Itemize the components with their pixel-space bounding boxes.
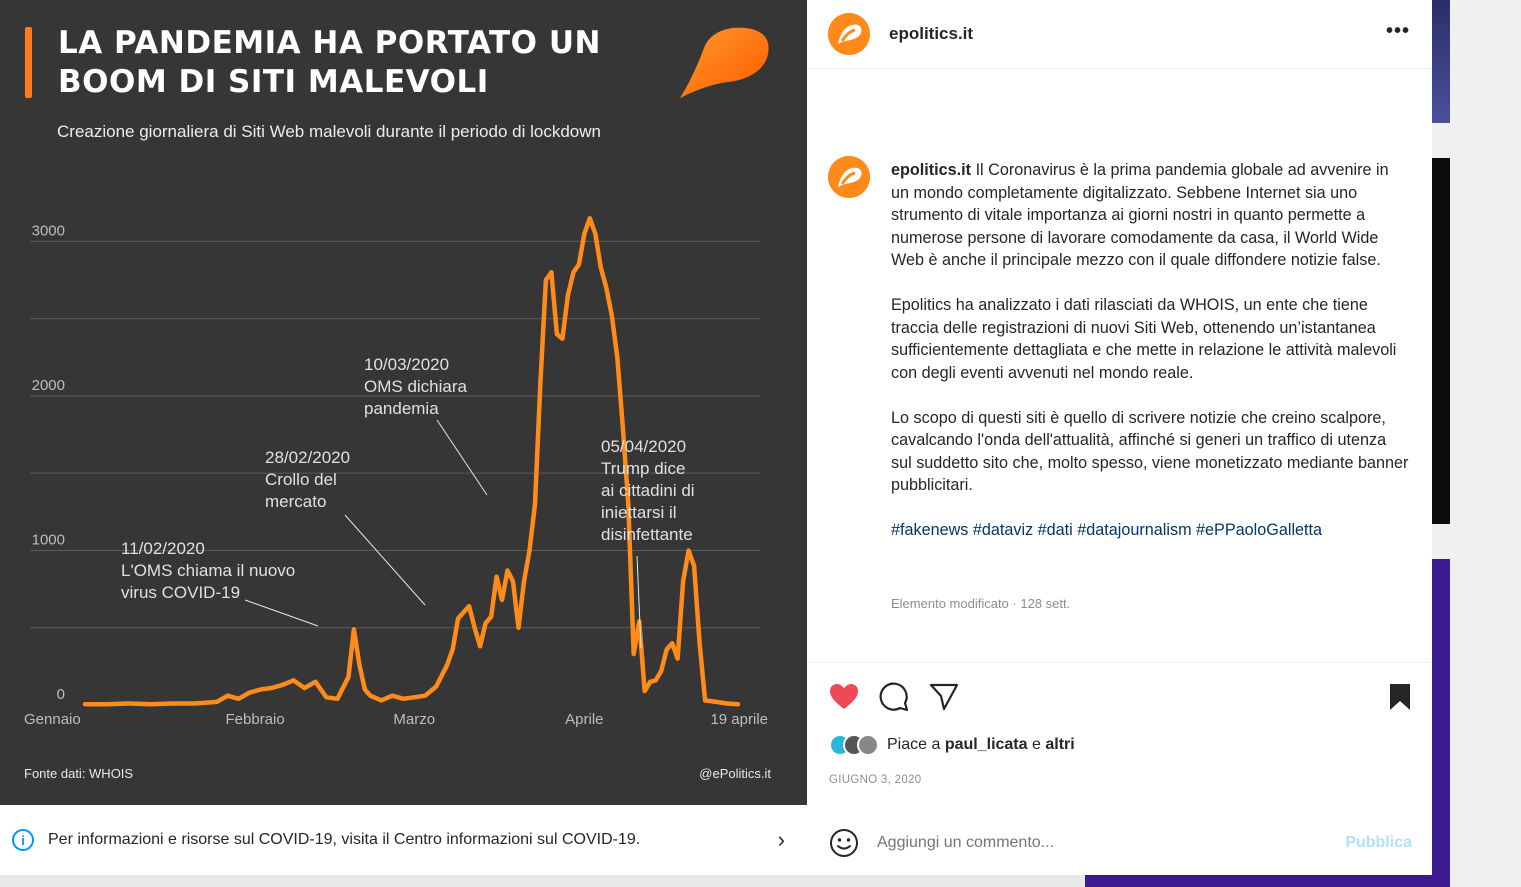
annotation-label: L'OMS chiama il nuovo	[121, 561, 295, 580]
annotation-leader-line	[244, 599, 319, 627]
annotation-label: disinfettante	[601, 525, 693, 544]
covid-info-bar[interactable]: i Per informazioni e risorse sul COVID-1…	[0, 805, 807, 875]
likes-text: Piace a paul_licata e altri	[887, 736, 1075, 754]
epolitics-logo-icon	[680, 27, 769, 99]
annotation-label: 05/04/2020	[601, 437, 686, 456]
x-tick-label: Gennaio	[24, 711, 81, 728]
annotation-label: 28/02/2020	[265, 448, 350, 467]
background-thumbnail-middle	[1432, 158, 1450, 524]
annotation-label: Crollo del	[265, 470, 337, 489]
x-tick-label: Febbraio	[226, 711, 285, 728]
annotation-label: pandemia	[364, 399, 439, 418]
annotation-label: iniettarsi il	[601, 503, 677, 522]
chart-title-line2: BOOM DI SITI MALEVOLI	[58, 64, 489, 100]
line-chart: 0 1000 2000 3000 Gennaio Febbraio Marzo Aprile 1…	[24, 215, 768, 728]
caption-avatar[interactable]	[828, 156, 870, 198]
avatar[interactable]	[828, 13, 870, 55]
y-tick-label: 1000	[32, 531, 65, 548]
info-icon: i	[12, 829, 34, 851]
caption-text: epolitics.it Il Coronavirus è la prima p…	[891, 159, 1411, 564]
post-date[interactable]: GIUGNO 3, 2020	[829, 774, 921, 786]
title-accent-bar	[25, 27, 32, 98]
likes-conj: e	[1031, 736, 1041, 753]
caption-area: epolitics.it Il Coronavirus è la prima p…	[807, 69, 1432, 663]
caption-para-2: Epolitics ha analizzato i dati rilasciat…	[891, 296, 1397, 382]
likes-others-link[interactable]: altri	[1045, 736, 1074, 753]
background-thumbnail-bottom-right	[1085, 875, 1450, 887]
annotation-leader-line	[344, 514, 426, 606]
background-thumbnail-bottom	[1432, 559, 1450, 887]
chart-title: LA PANDEMIA HA PORTATO UN BOOM DI SITI M…	[58, 24, 658, 102]
y-tick-label: 3000	[32, 222, 65, 239]
chart-title-line1: LA PANDEMIA HA PORTATO UN	[58, 25, 601, 61]
background-thumbnails-row	[0, 875, 1085, 887]
publish-button[interactable]: Pubblica	[1345, 834, 1412, 852]
y-tick-label: 2000	[32, 377, 65, 394]
comment-input[interactable]	[877, 833, 1346, 852]
heart-filled-icon[interactable]	[828, 681, 860, 713]
chevron-right-icon[interactable]: ›	[778, 827, 785, 853]
chart-handle: @ePolitics.it	[699, 766, 771, 781]
post-header: epolitics.it •••	[807, 0, 1432, 69]
post-side-panel: epolitics.it ••• epolitics.it Il Coronav…	[807, 0, 1432, 875]
more-options-icon[interactable]: •••	[1386, 20, 1410, 43]
annotation-label: virus COVID-19	[121, 583, 240, 602]
annotation-label: OMS dichiara	[364, 377, 468, 396]
annotation-label: Trump dice	[601, 459, 685, 478]
chart-subtitle: Creazione giornaliera di Siti Web malevo…	[57, 122, 601, 141]
chart-source: Fonte dati: WHOIS	[24, 766, 134, 781]
likes-row: Piace a paul_licata e altri	[829, 734, 1075, 756]
header-username[interactable]: epolitics.it	[889, 24, 973, 44]
post-image[interactable]: LA PANDEMIA HA PORTATO UN BOOM DI SITI M…	[0, 0, 807, 805]
paper-plane-icon[interactable]	[928, 681, 960, 713]
annotation-leader-line	[436, 419, 488, 496]
caption-meta: Elemento modificato · 128 sett.	[891, 596, 1071, 611]
annotation-label: mercato	[265, 492, 326, 511]
covid-info-text[interactable]: Per informazioni e risorse sul COVID-19,…	[48, 831, 778, 849]
background-thumbnail-top	[1432, 0, 1450, 123]
annotation-label: 11/02/2020	[121, 539, 205, 558]
emoji-icon[interactable]	[829, 828, 859, 858]
x-tick-label: Marzo	[393, 711, 435, 728]
likes-prefix: Piace a	[887, 736, 941, 753]
comment-row: Pubblica	[807, 810, 1432, 875]
annotation-label: ai cittadini di	[601, 481, 695, 500]
x-tick-label: Aprile	[565, 711, 603, 728]
x-tick-label: 19 aprile	[710, 711, 768, 728]
bookmark-filled-icon[interactable]	[1384, 681, 1416, 713]
y-tick-label: 0	[57, 686, 65, 703]
page-background	[1450, 0, 1521, 887]
comment-icon[interactable]	[878, 681, 910, 713]
caption-hashtags[interactable]: #fakenews #dataviz #dati #datajournalism…	[891, 519, 1411, 542]
caption-para-3: Lo scopo di questi siti è quello di scri…	[891, 408, 1409, 495]
annotation-label: 10/03/2020	[364, 355, 449, 374]
likes-user-link[interactable]: paul_licata	[945, 736, 1028, 753]
caption-username[interactable]: epolitics.it	[891, 161, 971, 179]
avatar	[857, 734, 879, 756]
